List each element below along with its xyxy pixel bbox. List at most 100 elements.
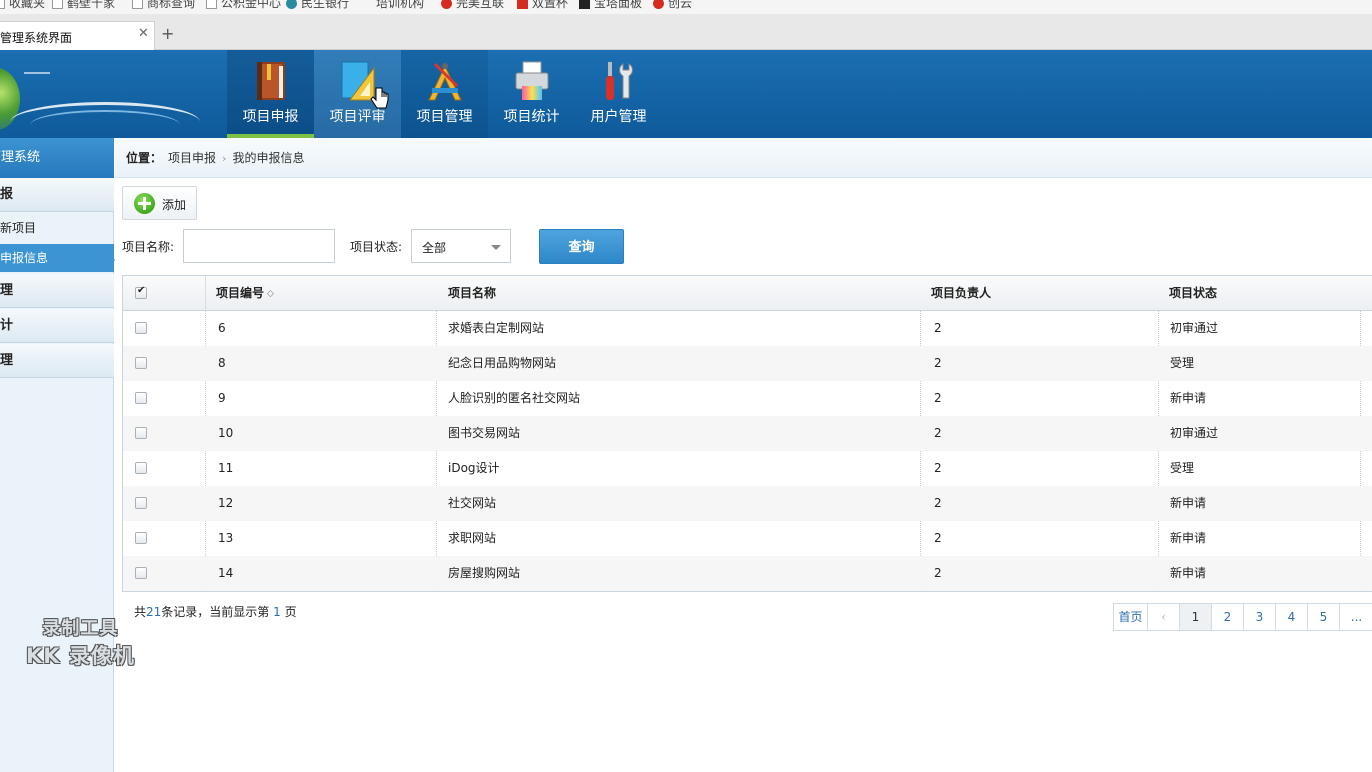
tab-title: 管理系统界面 (0, 31, 73, 45)
nav-project-manage[interactable]: 项目管理 (401, 50, 488, 138)
table-row[interactable]: 9 人脸识别的匿名社交网站 2 新申请 (123, 381, 1372, 416)
cell-id: 9 (218, 391, 226, 405)
cell-status: 初审通过 (1170, 321, 1219, 335)
page-4-button[interactable]: 4 (1276, 604, 1308, 630)
table-row[interactable]: 14 房屋搜购网站 2 新申请 (123, 556, 1372, 591)
sidebar-group-apply[interactable]: 报 (0, 178, 114, 212)
bookmark-6[interactable]: 完美互联 (441, 0, 504, 11)
table-row[interactable]: 13 求职网站 2 新申请 (123, 521, 1372, 556)
cup-icon (517, 0, 528, 9)
cell-id: 6 (218, 321, 226, 335)
sidebar-group-review[interactable]: 理 (0, 274, 114, 308)
select-all-checkbox[interactable] (135, 285, 147, 299)
new-tab-button[interactable]: + (161, 24, 174, 43)
page-icon (206, 0, 217, 9)
bookmark-5[interactable]: 培训机构 (376, 0, 424, 11)
row-checkbox[interactable] (135, 322, 147, 334)
brand-icon (441, 0, 452, 9)
bookmark-4[interactable]: 民生银行 (286, 0, 349, 11)
bookmark-3[interactable]: 公积金中心 (206, 0, 281, 11)
table-row[interactable]: 8 纪念日用品购物网站 2 受理 (123, 346, 1372, 381)
table-row[interactable]: 6 求婚表白定制网站 2 初审通过 (123, 311, 1372, 346)
sidebar-item-label: 申报信息 (0, 251, 49, 265)
column-status: 项目状态 (1169, 286, 1218, 300)
browser-tab-strip: 管理系统界面 ✕ + (0, 14, 1372, 50)
nav-user-manage[interactable]: 用户管理 (575, 50, 662, 138)
table-header: 项目编号◇ 项目名称 项目负责人 项目状态 (123, 276, 1372, 311)
cell-status: 初审通过 (1170, 426, 1219, 440)
row-checkbox[interactable] (135, 567, 147, 579)
sidebar-group-label: 理 (0, 283, 14, 298)
prev-page-button[interactable]: ‹ (1148, 604, 1180, 630)
add-button[interactable]: 添加 (122, 186, 197, 220)
bookmark-8[interactable]: 宝塔面板 (579, 0, 642, 11)
nav-project-apply[interactable]: 项目申报 (227, 50, 314, 138)
cell-owner: 2 (934, 461, 942, 475)
row-checkbox[interactable] (135, 427, 147, 439)
summary-suffix: 页 (284, 605, 297, 619)
sidebar-group-manage[interactable]: 理 (0, 344, 114, 378)
bookmark-favorites[interactable]: 收藏夹 (0, 0, 45, 11)
table-row[interactable]: 11 iDog设计 2 受理 (123, 451, 1372, 486)
page-2-button[interactable]: 2 (1212, 604, 1244, 630)
logo (0, 50, 227, 138)
sort-icon[interactable]: ◇ (267, 277, 274, 312)
logo-swoosh-inner (30, 110, 180, 138)
watermark-line-1: 录制工具 (42, 618, 119, 639)
row-checkbox[interactable] (135, 462, 147, 474)
project-status-select[interactable]: 全部 (411, 229, 511, 263)
project-name-input[interactable] (183, 229, 335, 263)
breadcrumb-separator: › (222, 152, 227, 165)
more-pages-button[interactable]: ... (1340, 604, 1372, 630)
column-owner: 项目负责人 (931, 286, 992, 300)
row-checkbox[interactable] (135, 357, 147, 369)
page-3-button[interactable]: 3 (1244, 604, 1276, 630)
page-1-button[interactable]: 1 (1180, 604, 1212, 630)
row-checkbox[interactable] (135, 392, 147, 404)
cell-status: 受理 (1170, 356, 1195, 370)
system-title: 管理系统 (0, 138, 114, 178)
plus-circle-icon (134, 193, 155, 214)
system-title-text: 管理系统 (0, 150, 41, 165)
app-header: 项目申报 项目评审 项目管理 项目统计 用户管理 (0, 50, 1372, 138)
cell-name: 房屋搜购网站 (448, 566, 521, 580)
table-row[interactable]: 10 图书交易网站 2 初审通过 (123, 416, 1372, 451)
close-icon[interactable]: ✕ (138, 26, 149, 41)
watermark-line-2: KK 录像机 (26, 644, 135, 668)
sidebar-group-stats[interactable]: 计 (0, 309, 114, 343)
nav-project-stats[interactable]: 项目统计 (488, 50, 575, 138)
cell-owner: 2 (934, 566, 942, 580)
breadcrumb-label: 位置： (126, 151, 163, 165)
page-5-button[interactable]: 5 (1308, 604, 1340, 630)
printer-icon (515, 61, 549, 100)
nav-label: 用户管理 (590, 109, 647, 125)
column-id[interactable]: 项目编号 ◇ (216, 276, 274, 311)
select-value: 全部 (422, 241, 447, 255)
cell-status: 新申请 (1170, 496, 1207, 510)
nav-label: 项目申报 (242, 109, 299, 125)
bookmark-9[interactable]: 创云 (653, 0, 692, 11)
table-row[interactable]: 12 社交网站 2 新申请 (123, 486, 1372, 521)
row-checkbox[interactable] (135, 497, 147, 509)
tools-icon (606, 62, 633, 100)
first-page-button[interactable]: 首页 (1114, 604, 1148, 630)
sidebar-item-new-project[interactable]: 新项目 (0, 214, 114, 242)
sidebar-item-my-apply[interactable]: 申报信息 (0, 244, 114, 272)
browser-tab[interactable]: 管理系统界面 ✕ (0, 21, 155, 50)
logo-dash (24, 72, 50, 74)
cell-status: 新申请 (1170, 566, 1207, 580)
nav-label: 项目统计 (503, 109, 560, 125)
breadcrumb-item-apply[interactable]: 项目申报 (168, 151, 216, 165)
summary-mid: 条记录，当前显示第 (161, 605, 270, 619)
cell-name: iDog设计 (448, 461, 500, 475)
recorder-watermark: 录制工具 KK 录像机 (26, 614, 135, 670)
row-checkbox[interactable] (135, 532, 147, 544)
sidebar-item-label: 新项目 (0, 221, 37, 235)
bookmark-7[interactable]: 双置杯 (517, 0, 568, 11)
page-icon (0, 0, 5, 9)
bookmark-2[interactable]: 商标查询 (132, 0, 195, 11)
query-button[interactable]: 查询 (539, 229, 624, 264)
column-name: 项目名称 (448, 286, 497, 300)
bookmark-1[interactable]: 鹤壁千家 (52, 0, 115, 11)
cell-owner: 2 (934, 321, 942, 335)
